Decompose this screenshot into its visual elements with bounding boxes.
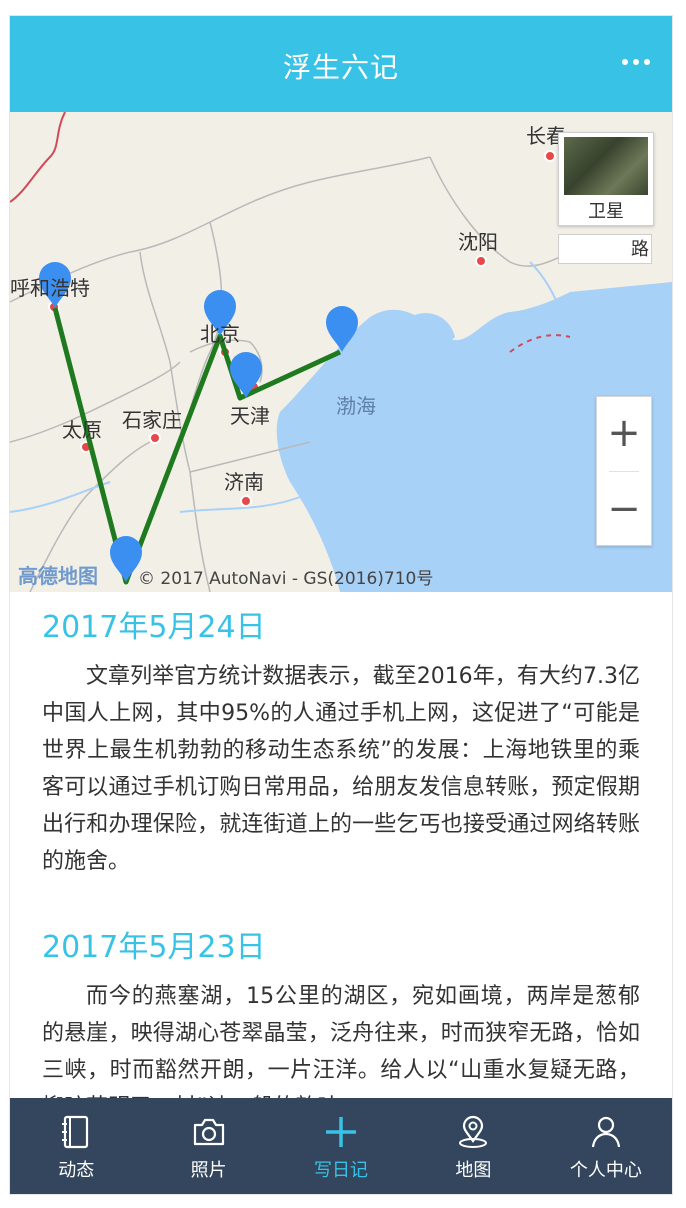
app-header: 浮生六记	[10, 16, 672, 112]
city-dot	[240, 495, 252, 507]
tab-write-diary[interactable]: 写日记	[275, 1098, 407, 1194]
city-dot	[475, 255, 487, 267]
journal-icon	[62, 1115, 89, 1149]
city-label: 济南	[224, 470, 264, 494]
city-label: 沈阳	[458, 230, 498, 254]
satellite-thumbnail	[564, 137, 648, 195]
city-dot	[149, 432, 161, 444]
road-toggle-button[interactable]: 路	[558, 234, 652, 264]
tab-photos[interactable]: 照片	[142, 1098, 274, 1194]
satellite-label: 卫星	[588, 201, 624, 222]
app-frame: 浮生六记 长春 沈阳 呼和浩特 北京 天津 石家庄 太原 济南 渤海 卫星 路 …	[10, 16, 672, 1194]
city-label: 北京	[200, 322, 240, 346]
map-copyright: © 2017 AutoNavi - GS(2016)710号	[138, 569, 434, 589]
tab-profile[interactable]: 个人中心	[540, 1098, 672, 1194]
entry-date: 2017年5月23日	[42, 930, 266, 965]
zoom-control: + −	[596, 396, 652, 546]
zoom-out-button[interactable]: −	[597, 473, 651, 545]
tab-label: 照片	[190, 1160, 227, 1181]
tab-label: 动态	[58, 1160, 95, 1181]
satellite-toggle-button[interactable]: 卫星	[558, 132, 654, 226]
tab-map[interactable]: 地图	[407, 1098, 539, 1194]
diary-list: 2017年5月24日 文章列举官方统计数据表示，截至2016年，有大约7.3亿中…	[10, 592, 672, 1126]
country-border	[10, 112, 66, 203]
entry-date: 2017年5月24日	[42, 610, 266, 645]
entry-text: 文章列举官方统计数据表示，截至2016年，有大约7.3亿中国人上网，其中95%的…	[42, 664, 640, 874]
page-title: 浮生六记	[282, 51, 399, 84]
tab-label: 地图	[455, 1160, 492, 1181]
tab-feed[interactable]: 动态	[10, 1098, 142, 1194]
more-dots-icon[interactable]	[616, 42, 656, 82]
zoom-in-button[interactable]: +	[597, 397, 651, 469]
city-label: 天津	[230, 404, 270, 428]
bottom-tab-bar: 动态 照片 写日记 地图 个人中心	[10, 1098, 672, 1194]
map-pin-icon	[459, 1115, 488, 1148]
sea-label: 渤海	[336, 394, 376, 418]
plus-icon	[326, 1117, 357, 1147]
route-map[interactable]: 长春 沈阳 呼和浩特 北京 天津 石家庄 太原 济南 渤海 卫星 路 + − 高…	[10, 112, 672, 592]
tab-label: 个人中心	[569, 1160, 642, 1181]
camera-icon	[193, 1118, 224, 1146]
city-label: 石家庄	[122, 408, 182, 432]
map-logo: 高德地图	[18, 564, 98, 588]
diary-entry[interactable]: 2017年5月24日 文章列举官方统计数据表示，截至2016年，有大约7.3亿中…	[10, 592, 672, 880]
city-dot	[544, 150, 556, 162]
person-icon	[591, 1116, 620, 1148]
city-label: 太原	[62, 418, 102, 442]
diary-entry[interactable]: 2017年5月23日 而今的燕塞湖，15公里的湖区，宛如画境，两岸是葱郁的悬崖，…	[10, 912, 672, 1126]
zoom-divider	[609, 471, 639, 472]
city-label: 呼和浩特	[10, 276, 90, 300]
tab-label: 写日记	[314, 1160, 369, 1181]
